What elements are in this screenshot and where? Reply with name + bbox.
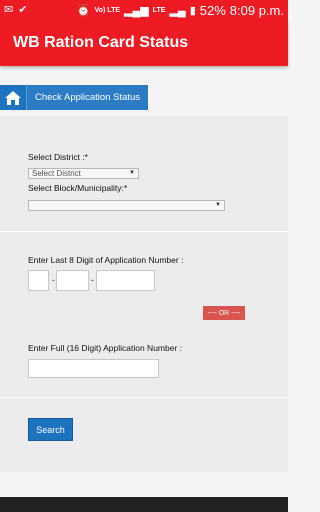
app-number-part3-input[interactable] bbox=[96, 270, 155, 291]
signal-icon-2: ▂▄ bbox=[169, 4, 186, 17]
block-select[interactable]: ▼ bbox=[28, 200, 225, 211]
app-title: WB Ration Card Status bbox=[13, 34, 189, 51]
section-divider bbox=[0, 397, 288, 398]
home-button[interactable] bbox=[0, 85, 26, 110]
bottom-bar bbox=[0, 497, 288, 512]
block-label: Select Block/Municipality:* bbox=[28, 183, 128, 193]
tab-check-application-status[interactable]: Check Application Status bbox=[26, 85, 148, 110]
network-indicator: Vo) LTE bbox=[94, 7, 121, 14]
district-select[interactable]: Select District ▼ bbox=[28, 168, 139, 179]
mail-icon: ✉ bbox=[4, 4, 14, 16]
alarm-icon: ⏰ bbox=[76, 4, 91, 17]
separator: - bbox=[91, 275, 94, 285]
lte-indicator: LTE bbox=[152, 7, 166, 14]
battery-icon: ▮ bbox=[189, 4, 196, 17]
district-label: Select District :* bbox=[28, 152, 88, 162]
district-select-value: Select District bbox=[32, 169, 81, 178]
app-bar: WB Ration Card Status bbox=[0, 22, 288, 66]
last8-label: Enter Last 8 Digit of Application Number… bbox=[28, 255, 184, 265]
separator: - bbox=[52, 275, 55, 285]
full-app-number-input[interactable] bbox=[28, 359, 159, 378]
home-icon bbox=[5, 90, 21, 105]
nav-tabs: Check Application Status bbox=[0, 84, 288, 110]
app-number-part2-input[interactable] bbox=[56, 270, 89, 291]
signal-icon: ▂▄▆ bbox=[124, 4, 149, 17]
check-icon: ✔ bbox=[18, 4, 28, 16]
or-separator-badge: ---- OR ---- bbox=[203, 306, 245, 320]
chevron-down-icon: ▼ bbox=[129, 170, 135, 176]
battery-percent: 52% bbox=[199, 3, 226, 18]
full-number-label: Enter Full (16 Digit) Application Number… bbox=[28, 343, 183, 353]
search-button[interactable]: Search bbox=[28, 418, 73, 441]
section-divider bbox=[0, 231, 288, 232]
chevron-down-icon: ▼ bbox=[215, 202, 221, 208]
clock: 8:09 p.m. bbox=[229, 3, 284, 18]
status-bar: ✉ ✔ ⏰ Vo) LTE ▂▄▆ LTE ▂▄ ▮ 52% 8:09 p.m. bbox=[0, 0, 288, 22]
app-number-part1-input[interactable] bbox=[28, 270, 49, 291]
